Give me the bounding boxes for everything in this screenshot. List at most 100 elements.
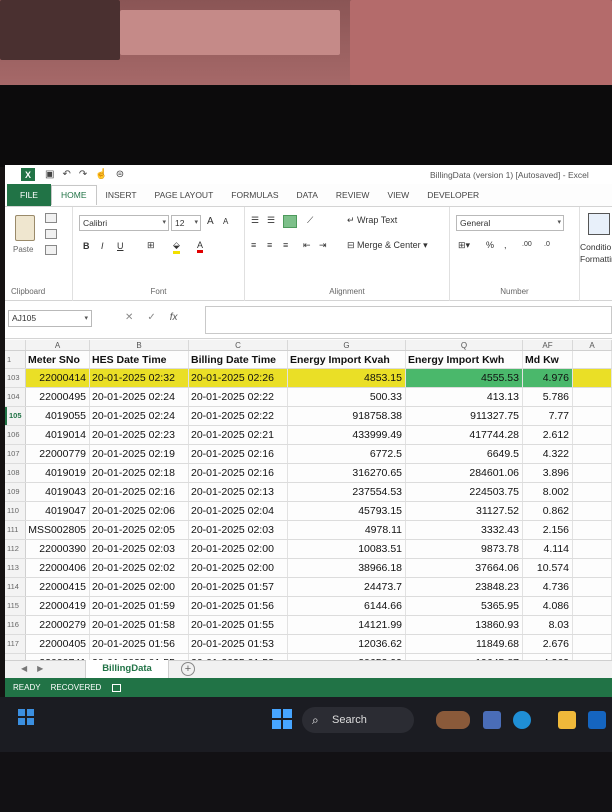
cell-billing-date-time[interactable]: 20-01-2025 02:22 bbox=[189, 407, 288, 425]
cell-energy-import-kvah[interactable]: 316270.65 bbox=[288, 464, 406, 482]
cell-md-kw[interactable]: 5.786 bbox=[523, 388, 573, 406]
row-number[interactable]: 113 bbox=[5, 559, 26, 577]
select-all-corner[interactable] bbox=[5, 340, 26, 350]
number-format-select[interactable]: General ▾ bbox=[456, 215, 564, 231]
cell-md-kw[interactable]: 8.03 bbox=[523, 616, 573, 634]
paste-icon[interactable] bbox=[15, 215, 35, 241]
decrease-decimal-button[interactable]: .0 bbox=[544, 241, 550, 248]
cell-meter-sno[interactable]: 22000415 bbox=[26, 578, 90, 596]
cell-energy-import-kwh[interactable]: 224503.75 bbox=[406, 483, 523, 501]
prev-sheet-icon[interactable]: ◀ bbox=[21, 664, 27, 673]
row-number[interactable]: 116 bbox=[5, 616, 26, 634]
decrease-indent-icon[interactable]: ⇤ bbox=[303, 240, 311, 251]
cell-meter-sno[interactable]: 22000405 bbox=[26, 635, 90, 653]
cell-energy-import-kwh[interactable]: 31127.52 bbox=[406, 502, 523, 520]
cell-hes-date-time[interactable]: 20-01-2025 02:03 bbox=[90, 540, 189, 558]
cell-hes-date-time[interactable]: 20-01-2025 02:23 bbox=[90, 426, 189, 444]
cell-meter-sno[interactable]: 4019043 bbox=[26, 483, 90, 501]
cell-billing-date-time[interactable]: 20-01-2025 01:55 bbox=[189, 616, 288, 634]
header-cell-hes-date-time[interactable]: HES Date Time bbox=[90, 351, 189, 368]
touch-mode-icon[interactable]: ☝ bbox=[95, 169, 107, 180]
outlook-icon[interactable] bbox=[588, 711, 606, 729]
align-top-icon[interactable]: ☰ bbox=[251, 215, 259, 226]
align-center-icon[interactable]: ≡ bbox=[267, 240, 272, 250]
edge-icon[interactable] bbox=[513, 711, 531, 729]
tab-data[interactable]: DATA bbox=[288, 184, 327, 206]
cell-hes-date-time[interactable]: 20-01-2025 02:18 bbox=[90, 464, 189, 482]
taskbar-search[interactable]: ⌕ Search bbox=[302, 707, 414, 733]
cell-md-kw[interactable]: 4.322 bbox=[523, 445, 573, 463]
cell-energy-import-kwh[interactable]: 13860.93 bbox=[406, 616, 523, 634]
column-header-ag[interactable]: A bbox=[573, 340, 612, 350]
cell-energy-import-kvah[interactable]: 6144.66 bbox=[288, 597, 406, 615]
cell-md-kw[interactable]: 0.862 bbox=[523, 502, 573, 520]
grow-font-button[interactable]: A bbox=[207, 216, 214, 227]
underline-button[interactable]: U bbox=[117, 241, 124, 251]
row-number[interactable]: 105 bbox=[5, 407, 26, 425]
header-cell-energy-import-kwh[interactable]: Energy Import Kwh bbox=[406, 351, 523, 368]
align-bottom-icon[interactable] bbox=[283, 215, 297, 228]
cell-energy-import-kvah[interactable]: 918758.38 bbox=[288, 407, 406, 425]
font-color-icon[interactable]: A bbox=[197, 240, 204, 253]
cell-energy-import-kwh[interactable]: 4555.53 bbox=[406, 369, 523, 387]
add-sheet-icon[interactable]: + bbox=[181, 662, 195, 676]
italic-button[interactable]: I bbox=[101, 241, 104, 251]
row-number[interactable]: 108 bbox=[5, 464, 26, 482]
cut-icon[interactable] bbox=[45, 213, 57, 223]
cell-energy-import-kvah[interactable]: 14121.99 bbox=[288, 616, 406, 634]
next-sheet-icon[interactable]: ▶ bbox=[37, 664, 43, 673]
merge-center-button[interactable]: ⊟ Merge & Center ▾ bbox=[347, 240, 428, 251]
increase-indent-icon[interactable]: ⇥ bbox=[319, 240, 327, 251]
cell-md-kw[interactable]: 7.77 bbox=[523, 407, 573, 425]
align-right-icon[interactable]: ≡ bbox=[283, 240, 288, 250]
cell-md-kw[interactable]: 3.896 bbox=[523, 464, 573, 482]
cell-meter-sno[interactable]: 4019014 bbox=[26, 426, 90, 444]
cell-billing-date-time[interactable]: 20-01-2025 02:04 bbox=[189, 502, 288, 520]
column-header-a[interactable]: A bbox=[26, 340, 90, 350]
cell-energy-import-kvah[interactable]: 433999.49 bbox=[288, 426, 406, 444]
cell-meter-sno[interactable]: 22000419 bbox=[26, 597, 90, 615]
empty-cell[interactable] bbox=[573, 521, 612, 539]
cell-energy-import-kvah[interactable]: 6772.5 bbox=[288, 445, 406, 463]
cell-energy-import-kvah[interactable]: 237554.53 bbox=[288, 483, 406, 501]
empty-cell[interactable] bbox=[573, 578, 612, 596]
cell-energy-import-kvah[interactable]: 500.33 bbox=[288, 388, 406, 406]
cell-billing-date-time[interactable]: 20-01-2025 02:26 bbox=[189, 369, 288, 387]
empty-cell[interactable] bbox=[573, 445, 612, 463]
bold-button[interactable]: B bbox=[83, 241, 90, 251]
cell-energy-import-kwh[interactable]: 11849.68 bbox=[406, 635, 523, 653]
folder-icon[interactable] bbox=[558, 711, 576, 729]
empty-cell[interactable] bbox=[573, 597, 612, 615]
empty-cell[interactable] bbox=[573, 426, 612, 444]
currency-icon[interactable]: ⊞▾ bbox=[458, 240, 470, 251]
row-number[interactable]: 1 bbox=[5, 351, 26, 368]
tab-formulas[interactable]: FORMULAS bbox=[222, 184, 287, 206]
empty-cell[interactable] bbox=[573, 483, 612, 501]
cell-md-kw[interactable]: 2.676 bbox=[523, 635, 573, 653]
header-cell-billing-date-time[interactable]: Billing Date Time bbox=[189, 351, 288, 368]
redo-icon[interactable]: ↷ bbox=[79, 169, 87, 180]
customize-qat-icon[interactable]: ⊜ bbox=[116, 169, 124, 180]
cell-billing-date-time[interactable]: 20-01-2025 02:00 bbox=[189, 540, 288, 558]
cell-billing-date-time[interactable]: 20-01-2025 01:57 bbox=[189, 578, 288, 596]
orientation-icon[interactable]: ⟋ bbox=[307, 215, 313, 226]
cell-meter-sno[interactable]: 22000279 bbox=[26, 616, 90, 634]
cell-billing-date-time[interactable]: 20-01-2025 02:03 bbox=[189, 521, 288, 539]
format-painter-icon[interactable] bbox=[45, 245, 57, 255]
row-number[interactable]: 110 bbox=[5, 502, 26, 520]
cell-md-kw[interactable]: 10.574 bbox=[523, 559, 573, 577]
borders-icon[interactable]: ⊞ bbox=[147, 240, 155, 251]
cell-hes-date-time[interactable]: 20-01-2025 02:16 bbox=[90, 483, 189, 501]
column-header-b[interactable]: B bbox=[90, 340, 189, 350]
cell-hes-date-time[interactable]: 20-01-2025 02:32 bbox=[90, 369, 189, 387]
empty-cell[interactable] bbox=[573, 388, 612, 406]
copy-icon[interactable] bbox=[45, 229, 57, 239]
cell-hes-date-time[interactable]: 20-01-2025 02:00 bbox=[90, 578, 189, 596]
cell-meter-sno[interactable]: 22000414 bbox=[26, 369, 90, 387]
insert-function-button[interactable]: fx bbox=[170, 312, 178, 323]
save-icon[interactable]: ▣ bbox=[45, 169, 54, 180]
sheet-tab-billingdata[interactable]: BillingData bbox=[85, 660, 169, 679]
empty-cell[interactable] bbox=[573, 407, 612, 425]
tab-view[interactable]: VIEW bbox=[378, 184, 418, 206]
cell-energy-import-kvah[interactable]: 12036.62 bbox=[288, 635, 406, 653]
